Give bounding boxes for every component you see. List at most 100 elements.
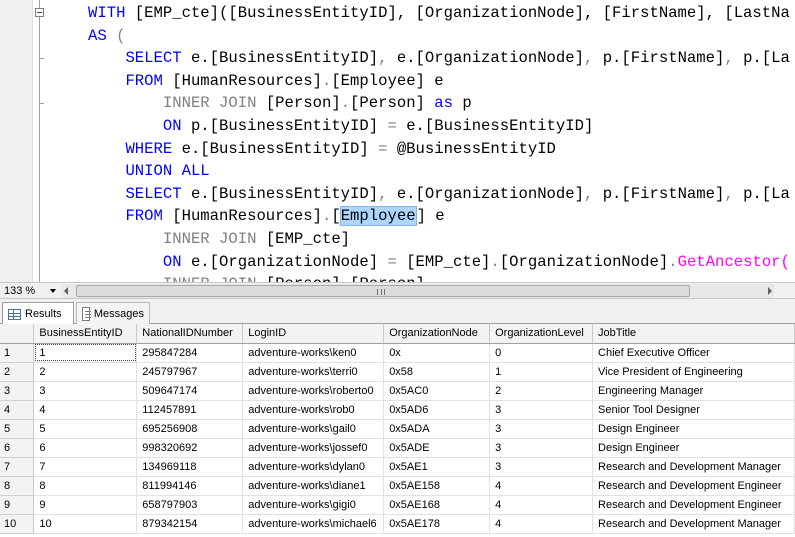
table-cell[interactable]: 9 xyxy=(33,495,138,515)
row-number[interactable]: 7 xyxy=(0,457,35,477)
table-cell[interactable]: 1 xyxy=(33,343,138,363)
table-cell[interactable]: 8 xyxy=(33,476,138,496)
code-line[interactable]: FROM [HumanResources].[Employee] e xyxy=(88,205,790,228)
table-row[interactable]: 6 6 998320692 adventure-works\jossef0 0x5ADE… xyxy=(0,438,795,458)
table-cell[interactable]: 509647174 xyxy=(136,381,244,401)
table-cell[interactable]: 3 xyxy=(489,438,594,458)
table-cell[interactable]: 0x58 xyxy=(383,362,491,382)
scroll-left-icon[interactable] xyxy=(64,287,68,295)
table-cell[interactable]: 879342154 xyxy=(136,514,244,534)
table-cell[interactable]: 2 xyxy=(33,362,138,382)
table-cell[interactable]: 0x5AC0 xyxy=(383,381,491,401)
table-row[interactable]: 8 8 811994146 adventure-works\diane1 0x5AE15… xyxy=(0,476,795,496)
table-cell[interactable]: Chief Executive Officer xyxy=(592,343,795,363)
row-number[interactable]: 3 xyxy=(0,381,35,401)
table-cell[interactable]: 0x5ADA xyxy=(383,419,491,439)
row-number[interactable]: 8 xyxy=(0,476,35,496)
scrollbar-thumb[interactable] xyxy=(76,285,690,297)
table-cell[interactable]: 3 xyxy=(489,419,594,439)
code-text[interactable]: WITH [EMP_cte]([BusinessEntityID], [Orga… xyxy=(88,2,790,282)
table-cell[interactable]: 998320692 xyxy=(136,438,244,458)
table-cell[interactable]: Senior Tool Designer xyxy=(592,400,795,420)
table-cell[interactable]: 112457891 xyxy=(136,400,244,420)
table-cell[interactable]: 4 xyxy=(489,495,594,515)
collapse-toggle-icon[interactable] xyxy=(35,8,44,17)
table-cell[interactable]: 0x5AE1 xyxy=(383,457,491,477)
code-line[interactable]: ON e.[OrganizationNode] = [EMP_cte].[Org… xyxy=(88,251,790,274)
table-cell[interactable]: 658797903 xyxy=(136,495,244,515)
code-line[interactable]: INNER JOIN [EMP_cte] xyxy=(88,228,790,251)
tab-messages[interactable]: Messages xyxy=(76,302,150,324)
column-header[interactable]: BusinessEntityID xyxy=(33,324,138,344)
column-header[interactable]: JobTitle xyxy=(592,324,795,344)
zoom-dropdown[interactable]: 133 % xyxy=(2,284,58,298)
table-cell[interactable]: Design Engineer xyxy=(592,438,795,458)
table-cell[interactable]: 0x5AD6 xyxy=(383,400,491,420)
table-cell[interactable]: Research and Development Engineer xyxy=(592,476,795,496)
table-cell[interactable]: 0x5AE158 xyxy=(383,476,491,496)
table-cell[interactable]: 245797967 xyxy=(136,362,244,382)
table-row[interactable]: 3 3 509647174 adventure-works\roberto0 0x5AC… xyxy=(0,381,795,401)
table-cell[interactable]: 0 xyxy=(489,343,594,363)
code-line[interactable]: ON p.[BusinessEntityID] = e.[BusinessEnt… xyxy=(88,115,790,138)
code-line[interactable]: WHERE e.[BusinessEntityID] = @BusinessEn… xyxy=(88,138,790,161)
table-cell[interactable]: adventure-works\gail0 xyxy=(242,419,385,439)
query-editor[interactable]: WITH [EMP_cte]([BusinessEntityID], [Orga… xyxy=(0,0,795,282)
table-row[interactable]: 7 7 134969118 adventure-works\dylan0 0x5AE1 3… xyxy=(0,457,795,477)
horizontal-scrollbar[interactable] xyxy=(62,284,774,298)
table-cell[interactable]: 0x5ADE xyxy=(383,438,491,458)
table-cell[interactable]: 3 xyxy=(33,381,138,401)
table-row[interactable]: 9 9 658797903 adventure-works\gigi0 0x5AE168… xyxy=(0,495,795,515)
table-cell[interactable]: 7 xyxy=(33,457,138,477)
results-table[interactable]: BusinessEntityID NationalIDNumber LoginID O… xyxy=(0,324,795,534)
row-number[interactable]: 4 xyxy=(0,400,35,420)
table-cell[interactable]: Engineering Manager xyxy=(592,381,795,401)
table-cell[interactable]: 10 xyxy=(33,514,138,534)
table-row[interactable]: 10 10 879342154 adventure-works\michael6 0x5… xyxy=(0,514,795,534)
table-cell[interactable]: 0x xyxy=(383,343,491,363)
column-header[interactable]: NationalIDNumber xyxy=(136,324,244,344)
table-cell[interactable]: Research and Development Manager xyxy=(592,514,795,534)
table-row[interactable]: 2 2 245797967 adventure-works\terri0 0x58 1 Vi… xyxy=(0,362,795,382)
table-cell[interactable]: adventure-works\roberto0 xyxy=(242,381,385,401)
table-cell[interactable]: 5 xyxy=(33,419,138,439)
table-cell[interactable]: 134969118 xyxy=(136,457,244,477)
column-header[interactable]: OrganizationLevel xyxy=(489,324,594,344)
code-line[interactable]: INNER JOIN [Person].[Person] as p xyxy=(88,92,790,115)
table-cell[interactable]: 811994146 xyxy=(136,476,244,496)
row-number[interactable]: 10 xyxy=(0,514,35,534)
code-line[interactable]: SELECT e.[BusinessEntityID], e.[Organiza… xyxy=(88,47,790,70)
table-cell[interactable]: 0x5AE168 xyxy=(383,495,491,515)
row-number[interactable]: 1 xyxy=(0,343,35,363)
table-row[interactable]: 1 1 295847284 adventure-works\ken0 0x 0 Chief … xyxy=(0,343,795,363)
table-cell[interactable]: 4 xyxy=(489,476,594,496)
table-cell[interactable]: adventure-works\dylan0 xyxy=(242,457,385,477)
table-cell[interactable]: 0x5AE178 xyxy=(383,514,491,534)
code-line[interactable]: AS ( xyxy=(88,25,790,48)
scroll-right-icon[interactable] xyxy=(768,287,772,295)
results-grid[interactable]: BusinessEntityID NationalIDNumber LoginID O… xyxy=(0,324,795,537)
table-cell[interactable]: 1 xyxy=(489,362,594,382)
table-cell[interactable]: 3 xyxy=(489,400,594,420)
table-cell[interactable]: Design Engineer xyxy=(592,419,795,439)
table-row[interactable]: 4 4 112457891 adventure-works\rob0 0x5AD6 3 Se… xyxy=(0,400,795,420)
table-row[interactable]: 5 5 695256908 adventure-works\gail0 0x5ADA 3 D… xyxy=(0,419,795,439)
table-cell[interactable]: adventure-works\ken0 xyxy=(242,343,385,363)
table-cell[interactable]: adventure-works\rob0 xyxy=(242,400,385,420)
code-line[interactable]: INNER JOIN [Person].[Person] xyxy=(88,273,790,282)
table-cell[interactable]: adventure-works\terri0 xyxy=(242,362,385,382)
code-line[interactable]: FROM [HumanResources].[Employee] e xyxy=(88,70,790,93)
row-number[interactable]: 2 xyxy=(0,362,35,382)
row-number[interactable]: 6 xyxy=(0,438,35,458)
table-cell[interactable]: 6 xyxy=(33,438,138,458)
row-number[interactable]: 9 xyxy=(0,495,35,515)
code-line[interactable]: UNION ALL xyxy=(88,160,790,183)
row-number[interactable]: 5 xyxy=(0,419,35,439)
code-line[interactable]: SELECT e.[BusinessEntityID], e.[Organiza… xyxy=(88,183,790,206)
table-cell[interactable]: 3 xyxy=(489,457,594,477)
table-cell[interactable]: adventure-works\diane1 xyxy=(242,476,385,496)
table-cell[interactable]: Research and Development Engineer xyxy=(592,495,795,515)
table-cell[interactable]: 2 xyxy=(489,381,594,401)
table-cell[interactable]: Vice President of Engineering xyxy=(592,362,795,382)
table-cell[interactable]: adventure-works\gigi0 xyxy=(242,495,385,515)
